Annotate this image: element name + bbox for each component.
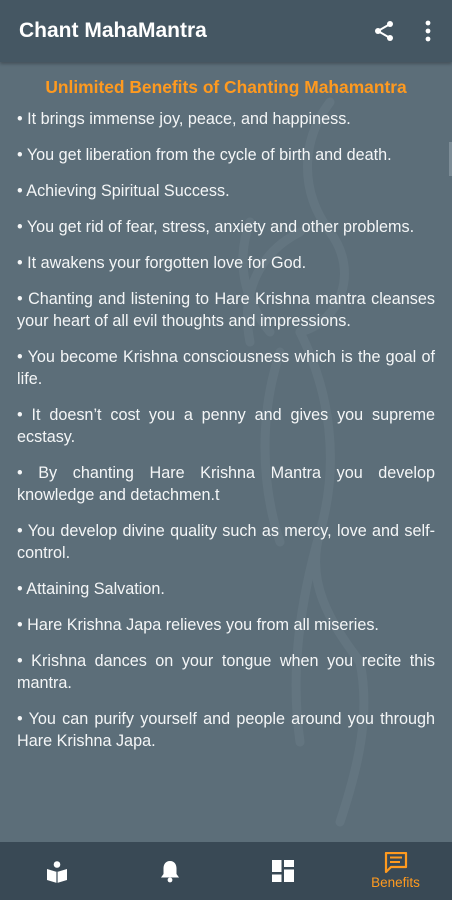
nav-item-reminders[interactable]	[113, 842, 226, 900]
more-vertical-icon	[425, 20, 431, 42]
nav-label-benefits: Benefits	[371, 875, 420, 890]
nav-item-dashboard[interactable]	[226, 842, 339, 900]
list-item: • It doesn’t cost you a penny and gives …	[17, 406, 435, 446]
list-item: • You get liberation from the cycle of b…	[17, 146, 392, 164]
list-item: • You can purify yourself and people aro…	[17, 710, 435, 750]
list-item: • You become Krishna consciousness which…	[17, 348, 435, 388]
message-text-icon	[384, 852, 407, 874]
bell-icon	[160, 861, 179, 883]
app-title: Chant MahaMantra	[19, 19, 207, 42]
benefits-list: • It brings immense joy, peace, and happ…	[0, 108, 452, 752]
nav-item-read[interactable]	[0, 842, 113, 900]
list-item: • Chanting and listening to Hare Krishna…	[17, 290, 435, 330]
list-item: • Krishna dances on your tongue when you…	[17, 652, 435, 692]
overflow-menu-button[interactable]	[410, 11, 446, 51]
list-item: • You get rid of fear, stress, anxiety a…	[17, 218, 415, 236]
bottom-navigation: Benefits	[0, 842, 452, 900]
reader-book-icon	[46, 861, 67, 883]
list-item: • You develop divine quality such as mer…	[17, 522, 435, 562]
list-item: • By chanting Hare Krishna Mantra you de…	[17, 464, 435, 504]
benefits-content[interactable]: Unlimited Benefits of Chanting Mahamantr…	[0, 62, 452, 842]
list-item: • It awakens your forgotten love for God…	[17, 254, 307, 272]
dashboard-grid-icon	[271, 860, 294, 882]
page-heading: Unlimited Benefits of Chanting Mahamantr…	[45, 77, 407, 97]
share-icon	[375, 21, 393, 41]
nav-item-benefits[interactable]: Benefits	[339, 842, 452, 900]
share-button[interactable]	[366, 11, 402, 51]
list-item: • Achieving Spiritual Success.	[17, 182, 230, 200]
list-item: • It brings immense joy, peace, and happ…	[17, 110, 351, 128]
list-item: • Attaining Salvation.	[17, 580, 165, 598]
list-item: • Hare Krishna Japa relieves you from al…	[17, 616, 379, 634]
app-bar: Chant MahaMantra	[0, 0, 452, 62]
